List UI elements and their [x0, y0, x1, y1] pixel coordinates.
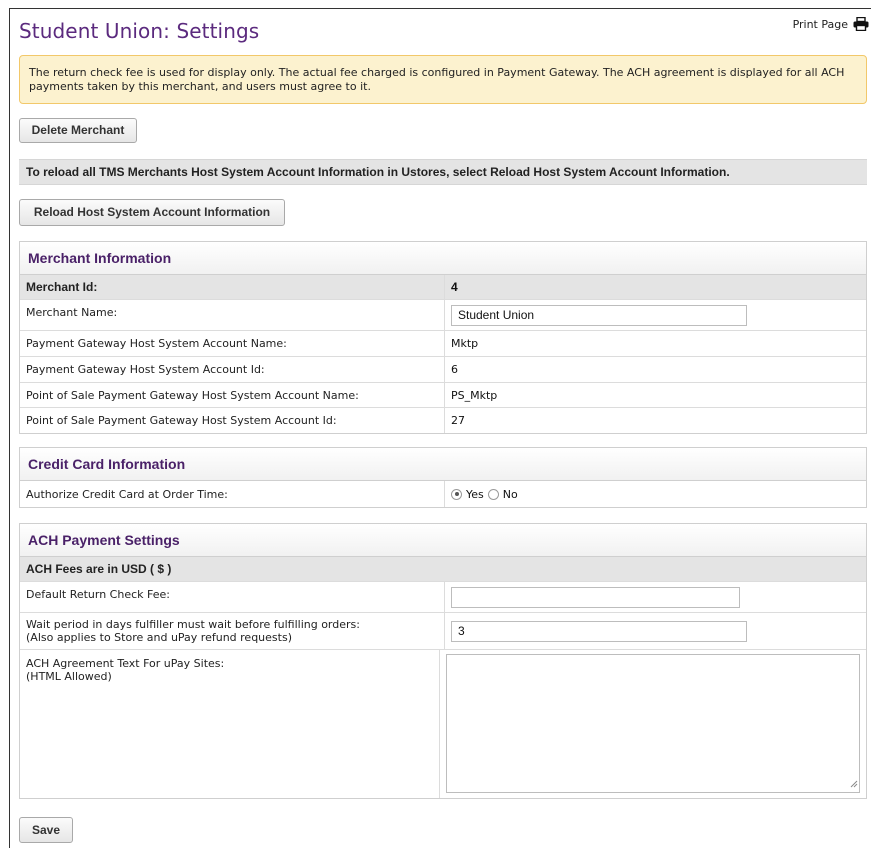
pos-account-name-row: Point of Sale Payment Gateway Host Syste…	[20, 383, 866, 408]
print-page-label: Print Page	[792, 17, 848, 31]
radio-no-label: No	[502, 487, 518, 501]
pos-account-name-value: PS_Mktp	[451, 388, 498, 402]
wait-period-label: Wait period in days fulfiller must wait …	[26, 618, 360, 644]
pg-account-name-value: Mktp	[451, 337, 479, 350]
credit-card-section: Credit Card Information Authorize Credit…	[19, 447, 867, 508]
wait-period-input[interactable]: 3	[451, 620, 747, 642]
ach-agreement-label-line-1: ACH Agreement Text For uPay Sites:	[26, 657, 225, 670]
printer-icon	[853, 17, 869, 31]
pg-account-name-row: Payment Gateway Host System Account Name…	[20, 331, 866, 357]
ach-agreement-row: ACH Agreement Text For uPay Sites: (HTML…	[20, 650, 866, 798]
return-check-fee-input[interactable]	[451, 586, 740, 608]
section-heading: Merchant Information	[20, 242, 866, 275]
return-check-fee-label: Default Return Check Fee:	[20, 582, 445, 612]
authorize-yes-option[interactable]: Yes	[451, 488, 484, 501]
pos-account-id-label: Point of Sale Payment Gateway Host Syste…	[20, 408, 445, 433]
pos-account-id-row: Point of Sale Payment Gateway Host Syste…	[20, 408, 866, 433]
authorize-credit-card-row: Authorize Credit Card at Order Time: Yes…	[20, 481, 866, 507]
pg-account-id-value: 6	[451, 363, 458, 376]
merchant-id-row: Merchant Id: 4	[20, 275, 866, 300]
page-title: Student Union: Settings	[19, 19, 260, 43]
merchant-name-row: Merchant Name: Student Union	[20, 300, 866, 331]
merchant-information-section: Merchant Information Merchant Id: 4 Merc…	[19, 241, 867, 434]
ach-payment-section: ACH Payment Settings ACH Fees are in USD…	[19, 523, 867, 799]
save-button[interactable]: Save	[19, 817, 73, 843]
resize-grip-icon[interactable]	[850, 778, 858, 791]
pos-account-id-value: 27	[451, 414, 465, 427]
ach-fees-currency-row: ACH Fees are in USD ( $ )	[20, 557, 866, 582]
radio-yes[interactable]	[451, 488, 462, 500]
merchant-name-input[interactable]: Student Union	[451, 304, 747, 326]
reload-host-system-button[interactable]: Reload Host System Account Information	[19, 199, 285, 226]
authorize-credit-card-label: Authorize Credit Card at Order Time:	[20, 481, 445, 507]
section-heading: ACH Payment Settings	[20, 524, 866, 557]
delete-merchant-button[interactable]: Delete Merchant	[19, 118, 137, 143]
wait-period-row: Wait period in days fulfiller must wait …	[20, 613, 866, 650]
merchant-name-label: Merchant Name:	[20, 300, 445, 330]
wait-period-label-line-2: (Also applies to Store and uPay refund r…	[26, 631, 292, 644]
pg-account-id-row: Payment Gateway Host System Account Id: …	[20, 357, 866, 383]
pg-account-id-label: Payment Gateway Host System Account Id:	[20, 357, 445, 382]
merchant-id-label: Merchant Id:	[20, 275, 445, 299]
print-page-link[interactable]: Print Page	[793, 17, 869, 31]
ach-agreement-textarea[interactable]	[446, 654, 860, 793]
ach-agreement-label: ACH Agreement Text For uPay Sites: (HTML…	[26, 657, 224, 683]
radio-yes-label: Yes	[466, 487, 484, 501]
wait-period-label-line-1: Wait period in days fulfiller must wait …	[26, 618, 360, 631]
merchant-id-value: 4	[451, 280, 458, 294]
reload-instructions: To reload all TMS Merchants Host System …	[19, 159, 867, 185]
pg-account-name-label: Payment Gateway Host System Account Name…	[20, 331, 445, 356]
authorize-no-option[interactable]: No	[487, 487, 518, 501]
radio-no[interactable]	[487, 488, 499, 500]
section-heading: Credit Card Information	[20, 448, 866, 481]
return-check-fee-row: Default Return Check Fee:	[20, 582, 866, 613]
ach-agreement-label-line-2: (HTML Allowed)	[26, 670, 112, 683]
info-notice: The return check fee is used for display…	[19, 55, 867, 104]
ach-fees-currency: ACH Fees are in USD ( $ )	[26, 562, 172, 576]
pos-account-name-label: Point of Sale Payment Gateway Host Syste…	[20, 383, 445, 407]
